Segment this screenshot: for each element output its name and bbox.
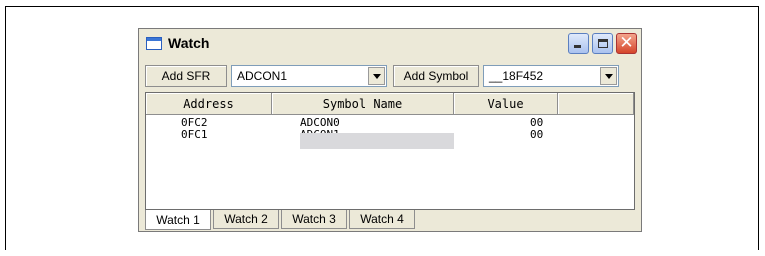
chevron-down-icon[interactable] bbox=[368, 67, 385, 85]
column-header-empty bbox=[558, 93, 634, 115]
add-symbol-button[interactable]: Add Symbol bbox=[393, 65, 479, 87]
tab-watch-2[interactable]: Watch 2 bbox=[213, 210, 279, 229]
tab-watch-1[interactable]: Watch 1 bbox=[145, 210, 211, 230]
title-bar[interactable]: Watch ✕ bbox=[139, 29, 641, 57]
watch-tabs: Watch 1 Watch 2 Watch 3 Watch 4 bbox=[145, 210, 417, 230]
new-symbol-entry-cell[interactable] bbox=[300, 133, 454, 149]
value-cell: 00 bbox=[530, 128, 544, 141]
maximize-button[interactable] bbox=[592, 33, 613, 54]
tab-watch-4[interactable]: Watch 4 bbox=[349, 210, 415, 229]
close-icon: ✕ bbox=[619, 33, 634, 53]
column-header-address[interactable]: Address bbox=[146, 93, 272, 115]
column-header-symbol-name[interactable]: Symbol Name bbox=[272, 93, 454, 115]
tab-watch-3[interactable]: Watch 3 bbox=[281, 210, 347, 229]
sfr-select-value: ADCON1 bbox=[237, 69, 288, 83]
close-button[interactable]: ✕ bbox=[616, 33, 637, 54]
toolbar: Add SFR ADCON1 Add Symbol __18F452 bbox=[139, 59, 641, 89]
chevron-down-icon[interactable] bbox=[600, 67, 617, 85]
table-row[interactable]: 0FC2 ADCON0 00 bbox=[146, 116, 634, 129]
watch-window: Watch ✕ Add SFR ADCON1 Add Symbol __18F4… bbox=[138, 28, 642, 232]
symbol-select[interactable]: __18F452 bbox=[483, 65, 619, 87]
watch-window-icon bbox=[146, 36, 162, 50]
column-header-value[interactable]: Value bbox=[454, 93, 558, 115]
window-title: Watch bbox=[168, 35, 210, 51]
address-cell: 0FC1 bbox=[181, 128, 208, 141]
table-header: Address Symbol Name Value bbox=[146, 93, 634, 115]
sfr-select[interactable]: ADCON1 bbox=[231, 65, 387, 87]
symbol-select-value: __18F452 bbox=[489, 69, 544, 83]
maximize-icon bbox=[598, 39, 608, 48]
watch-table: Address Symbol Name Value 0FC2 ADCON0 00… bbox=[145, 92, 635, 210]
minimize-button[interactable] bbox=[568, 33, 589, 54]
add-sfr-button[interactable]: Add SFR bbox=[145, 65, 227, 87]
minimize-icon bbox=[574, 45, 581, 48]
